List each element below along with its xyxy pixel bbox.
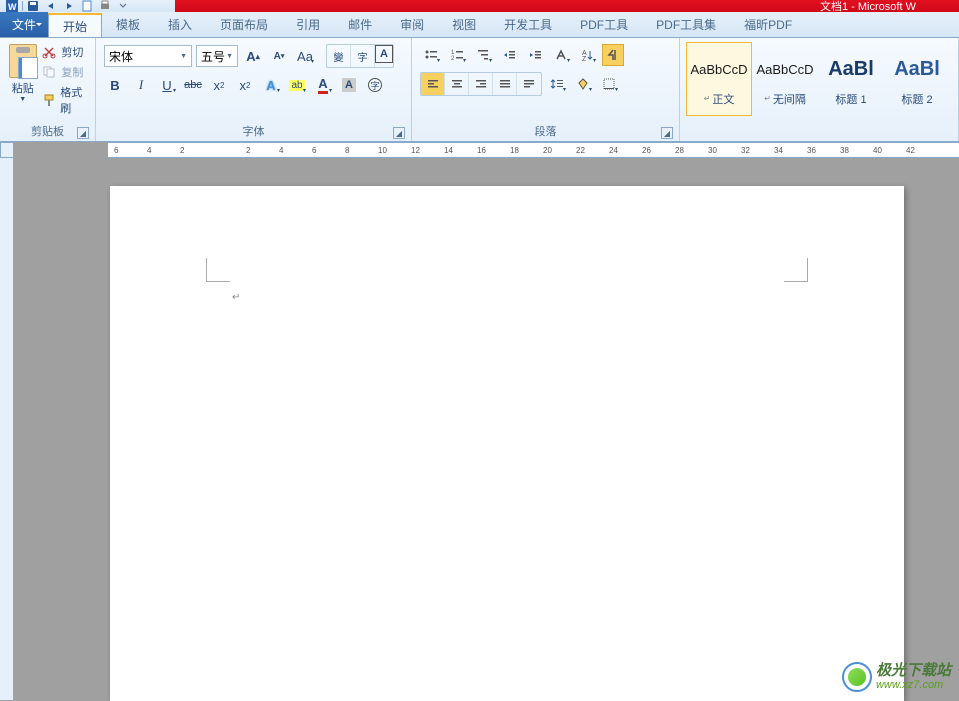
align-center-button[interactable] bbox=[445, 73, 469, 95]
watermark-logo: 极光下载站 www.xz7.com bbox=[842, 662, 951, 692]
redo-icon[interactable] bbox=[61, 0, 77, 12]
enclose-chars-button[interactable]: 字 bbox=[351, 45, 375, 67]
multilevel-list-button[interactable] bbox=[472, 44, 494, 66]
group-label-paragraph: 段落 ◢ bbox=[416, 123, 675, 141]
font-color-button[interactable]: A bbox=[312, 74, 334, 96]
styles-gallery[interactable]: AaBbCcD ↵正文 AaBbCcD ↵无间隔 AaBl 标题 1 AaBl … bbox=[686, 40, 950, 116]
superscript-button[interactable]: x2 bbox=[234, 74, 256, 96]
bullets-button[interactable] bbox=[420, 44, 442, 66]
style-normal[interactable]: AaBbCcD ↵正文 bbox=[686, 42, 752, 116]
group-label-clipboard: 剪贴板 ◢ bbox=[4, 123, 91, 141]
window-title: 文档1 - Microsoft W bbox=[820, 0, 916, 14]
shading-button[interactable] bbox=[572, 73, 594, 95]
shrink-font-button[interactable]: A▾ bbox=[268, 45, 290, 67]
chevron-down-icon: ▼ bbox=[19, 96, 26, 103]
subscript-button[interactable]: x2 bbox=[208, 74, 230, 96]
group-paragraph: 12 AZ bbox=[412, 38, 680, 141]
highlight-button[interactable]: ab bbox=[286, 74, 308, 96]
save-icon[interactable] bbox=[25, 0, 41, 12]
tab-template[interactable]: 模板 bbox=[102, 12, 154, 37]
style-no-spacing[interactable]: AaBbCcD ↵无间隔 bbox=[752, 42, 818, 116]
borders-button[interactable] bbox=[598, 73, 620, 95]
document-page[interactable]: ↵ bbox=[110, 186, 904, 701]
tab-pdf-toolset[interactable]: PDF工具集 bbox=[642, 12, 730, 37]
qat-customize-icon[interactable] bbox=[115, 0, 131, 12]
enclose-circle-button[interactable]: 字 bbox=[364, 74, 386, 96]
align-left-button[interactable] bbox=[421, 73, 445, 95]
cut-button[interactable]: 剪切 bbox=[41, 44, 91, 60]
paste-button[interactable]: 粘贴 ▼ bbox=[4, 40, 41, 103]
style-heading-2[interactable]: AaBl 标题 2 bbox=[884, 42, 950, 116]
paste-icon bbox=[9, 44, 37, 78]
tab-review[interactable]: 审阅 bbox=[386, 12, 438, 37]
ribbon-tabs: 文件 开始 模板 插入 页面布局 引用 邮件 审阅 视图 开发工具 PDF工具 … bbox=[0, 12, 959, 38]
title-bar: W 文档1 - Microsoft W bbox=[0, 0, 959, 12]
font-family-combo[interactable]: 宋体▼ bbox=[104, 45, 192, 67]
scissors-icon bbox=[41, 44, 57, 60]
group-clipboard: 粘贴 ▼ 剪切 复制 格式刷 剪贴板 ◢ bbox=[0, 38, 96, 141]
tab-home[interactable]: 开始 bbox=[48, 13, 102, 37]
underline-button[interactable]: U bbox=[156, 74, 178, 96]
quick-access-toolbar: W bbox=[0, 0, 175, 12]
text-effects-button[interactable]: A bbox=[260, 74, 282, 96]
asian-layout-button[interactable] bbox=[550, 44, 572, 66]
tab-insert[interactable]: 插入 bbox=[154, 12, 206, 37]
copy-icon bbox=[41, 64, 57, 80]
file-tab[interactable]: 文件 bbox=[0, 12, 48, 37]
sort-button[interactable]: AZ bbox=[576, 44, 598, 66]
tab-references[interactable]: 引用 bbox=[282, 12, 334, 37]
char-shading-button[interactable]: A bbox=[338, 74, 360, 96]
tab-view[interactable]: 视图 bbox=[438, 12, 490, 37]
char-border-button[interactable]: A bbox=[375, 45, 393, 63]
format-painter-button[interactable]: 格式刷 bbox=[41, 84, 91, 116]
group-styles: AaBbCcD ↵正文 AaBbCcD ↵无间隔 AaBl 标题 1 AaBl … bbox=[680, 38, 959, 141]
print-icon[interactable] bbox=[97, 0, 113, 12]
svg-text:Z: Z bbox=[582, 56, 587, 62]
grow-font-button[interactable]: A▴ bbox=[242, 45, 264, 67]
ruler-corner[interactable] bbox=[0, 142, 14, 158]
aurora-logo-icon bbox=[842, 662, 872, 692]
phonetic-guide-button[interactable]: 變 bbox=[327, 45, 351, 67]
bold-button[interactable]: B bbox=[104, 74, 126, 96]
font-size-combo[interactable]: 五号▼ bbox=[196, 45, 238, 67]
word-app-icon[interactable]: W bbox=[4, 0, 20, 12]
svg-text:2: 2 bbox=[451, 56, 455, 62]
horizontal-ruler[interactable]: 6422468101214161820222426283032343638404… bbox=[108, 142, 959, 158]
tab-pdf-tools[interactable]: PDF工具 bbox=[566, 12, 642, 37]
margin-corner-icon bbox=[206, 258, 230, 282]
align-right-button[interactable] bbox=[469, 73, 493, 95]
new-doc-icon[interactable] bbox=[79, 0, 95, 12]
line-spacing-button[interactable] bbox=[546, 73, 568, 95]
vertical-ruler[interactable] bbox=[0, 158, 14, 700]
svg-text:W: W bbox=[8, 2, 17, 12]
decrease-indent-button[interactable] bbox=[498, 44, 520, 66]
increase-indent-button[interactable] bbox=[524, 44, 546, 66]
tab-developer[interactable]: 开发工具 bbox=[490, 12, 566, 37]
dialog-launcher-icon[interactable]: ◢ bbox=[661, 127, 673, 139]
separator bbox=[22, 1, 23, 11]
italic-button[interactable]: I bbox=[130, 74, 152, 96]
numbering-button[interactable]: 12 bbox=[446, 44, 468, 66]
tab-mailings[interactable]: 邮件 bbox=[334, 12, 386, 37]
group-label-font: 字体 ◢ bbox=[100, 123, 407, 141]
group-font: 宋体▼ 五号▼ A▴ A▾ Aa 變 字 A B I U abc x bbox=[96, 38, 412, 141]
tab-foxit-pdf[interactable]: 福昕PDF bbox=[730, 12, 806, 37]
paintbrush-icon bbox=[41, 92, 56, 108]
margin-corner-icon bbox=[784, 258, 808, 282]
tab-page-layout[interactable]: 页面布局 bbox=[206, 12, 282, 37]
ribbon: 粘贴 ▼ 剪切 复制 格式刷 剪贴板 ◢ bbox=[0, 38, 959, 142]
show-marks-button[interactable] bbox=[602, 44, 624, 66]
undo-icon[interactable] bbox=[43, 0, 59, 12]
dialog-launcher-icon[interactable]: ◢ bbox=[77, 127, 89, 139]
paragraph-mark-icon: ↵ bbox=[232, 292, 240, 303]
align-justify-button[interactable] bbox=[493, 73, 517, 95]
dialog-launcher-icon[interactable]: ◢ bbox=[393, 127, 405, 139]
copy-button[interactable]: 复制 bbox=[41, 64, 91, 80]
document-area: ↵ bbox=[0, 158, 959, 700]
ruler-area: 6422468101214161820222426283032343638404… bbox=[0, 142, 959, 158]
change-case-button[interactable]: Aa bbox=[294, 45, 316, 67]
align-distribute-button[interactable] bbox=[517, 73, 541, 95]
strikethrough-button[interactable]: abc bbox=[182, 74, 204, 96]
style-heading-1[interactable]: AaBl 标题 1 bbox=[818, 42, 884, 116]
